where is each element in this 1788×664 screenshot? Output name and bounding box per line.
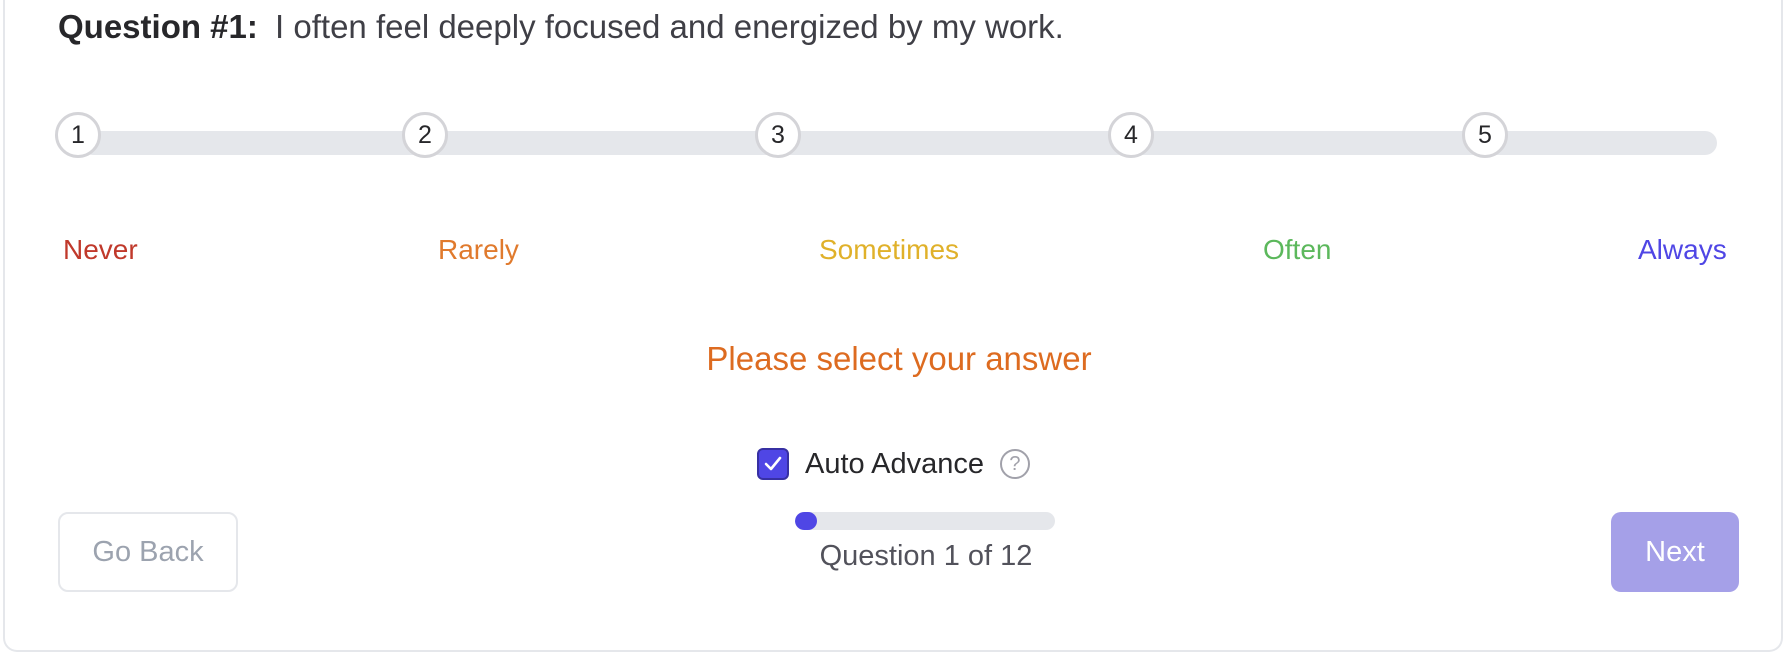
select-answer-prompt: Please select your answer xyxy=(706,340,1092,377)
progress-bar-fill xyxy=(795,512,817,530)
scale-option-1[interactable]: 1 xyxy=(55,112,101,158)
scale-option-number: 1 xyxy=(71,120,85,149)
scale-label-rarely: Rarely xyxy=(438,234,519,265)
scale-option-3[interactable]: 3 xyxy=(755,112,801,158)
scale-label-often: Often xyxy=(1263,234,1332,265)
auto-advance-control: Auto Advance ? xyxy=(757,444,1030,484)
scale-option-number: 3 xyxy=(771,120,785,149)
scale-label-sometimes: Sometimes xyxy=(819,234,960,265)
help-icon[interactable]: ? xyxy=(999,449,1030,479)
question-card: Question #1: I often feel deeply focused… xyxy=(3,0,1783,652)
auto-advance-label: Auto Advance xyxy=(805,447,984,480)
question-number: Question #1: xyxy=(58,8,258,45)
scale-option-number: 5 xyxy=(1478,120,1492,149)
scale-label-always: Always xyxy=(1638,234,1727,265)
progress-bar xyxy=(795,512,1055,530)
question-header: Question #1: I often feel deeply focused… xyxy=(58,8,1064,46)
next-button[interactable]: Next xyxy=(1611,512,1739,592)
scale-option-4[interactable]: 4 xyxy=(1108,112,1154,158)
scale-option-number: 2 xyxy=(418,120,432,149)
scale-option-5[interactable]: 5 xyxy=(1462,112,1508,158)
scale-label-never: Never xyxy=(63,234,138,265)
scale-option-number: 4 xyxy=(1124,120,1138,149)
go-back-button[interactable]: Go Back xyxy=(58,512,238,592)
checkmark-icon xyxy=(764,456,782,471)
progress-text: Question 1 of 12 xyxy=(819,540,1033,572)
auto-advance-checkbox[interactable] xyxy=(757,448,789,480)
scale-option-2[interactable]: 2 xyxy=(402,112,448,158)
question-text: I often feel deeply focused and energize… xyxy=(275,8,1064,45)
